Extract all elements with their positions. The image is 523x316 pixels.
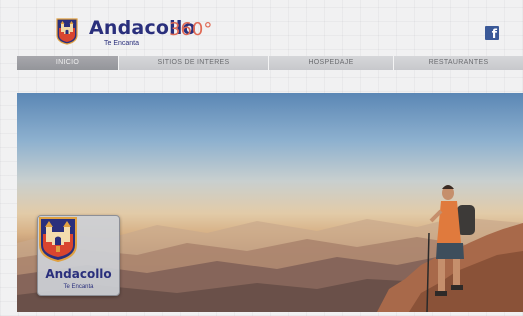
- badge-brand-name: Andacollo: [45, 267, 112, 281]
- brand-360-label: 360°: [169, 19, 213, 40]
- nav-item-restaurantes[interactable]: RESTAURANTES: [394, 56, 523, 70]
- andacollo-badge-shield-icon: [39, 217, 77, 262]
- andacollo-shield-icon[interactable]: [56, 18, 78, 45]
- main-navigation: INICIO SITIOS DE INTERES HOSPEDAJE RESTA…: [17, 56, 523, 70]
- nav-item-inicio[interactable]: INICIO: [17, 56, 119, 70]
- badge-tagline: Te Encanta: [63, 284, 94, 290]
- nav-item-hospedaje[interactable]: HOSPEDAJE: [269, 56, 394, 70]
- facebook-icon[interactable]: f: [485, 26, 499, 40]
- site-header: Andacollo 360° Te Encanta f: [0, 0, 523, 56]
- brand-badge[interactable]: Andacollo Te Encanta: [37, 215, 120, 296]
- nav-item-sitios-de-interes[interactable]: SITIOS DE INTERES: [119, 56, 269, 70]
- brand-tagline: Te Encanta: [104, 40, 140, 47]
- hero-banner: Andacollo Te Encanta: [17, 93, 523, 312]
